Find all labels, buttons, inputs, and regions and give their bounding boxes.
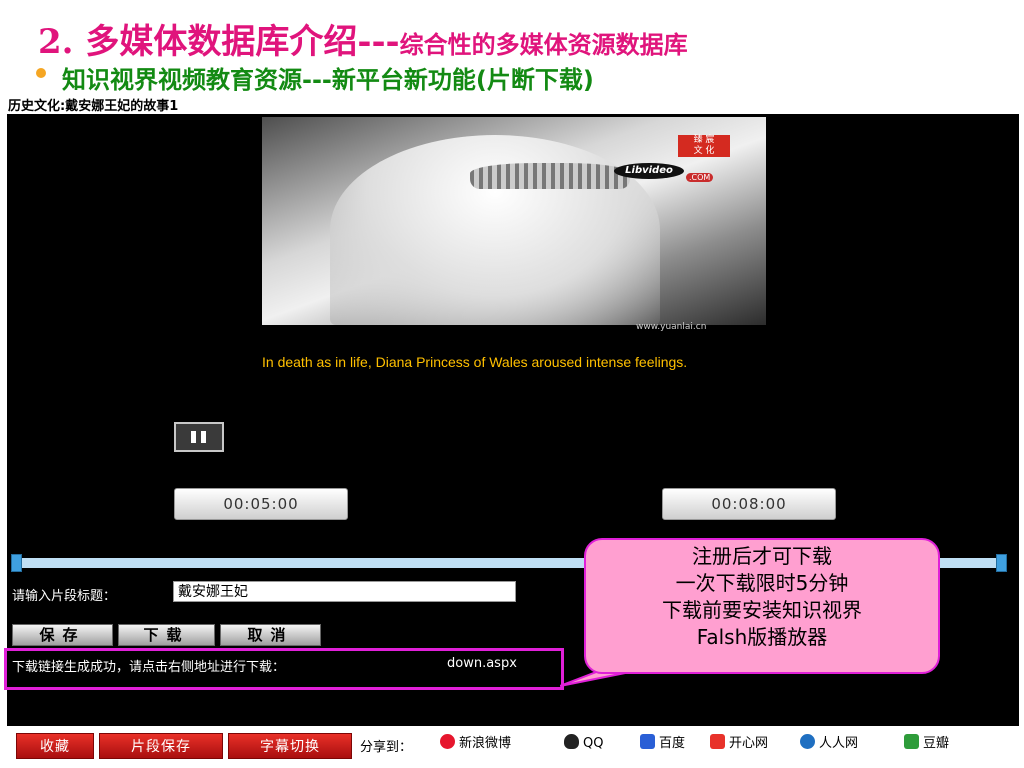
share-kaixin-label: 开心网	[729, 736, 769, 751]
libvideo-logo: Libvideo	[614, 163, 684, 179]
timeline-end-handle[interactable]	[996, 554, 1007, 572]
share-qq-label: QQ	[583, 736, 604, 751]
share-qq[interactable]: QQ	[564, 734, 603, 753]
favorite-button[interactable]: 收藏	[16, 733, 94, 759]
share-weibo-label: 新浪微博	[459, 736, 512, 751]
end-time-field[interactable]: 00:08:00	[662, 488, 836, 520]
page-heading: 历史文化:戴安娜王妃的故事1	[8, 99, 179, 114]
clip-title-input[interactable]: 戴安娜王妃	[173, 581, 516, 602]
video-tiara-image	[470, 163, 630, 189]
slide-title-sub: 综合性的多媒体资源数据库	[399, 30, 688, 59]
weibo-icon	[440, 734, 455, 749]
bullet-icon	[36, 68, 46, 78]
save-clip-button[interactable]: 片段保存	[99, 733, 223, 759]
subtitle-switch-button[interactable]: 字幕切换	[228, 733, 352, 759]
share-label: 分享到：	[360, 740, 413, 755]
baidu-icon	[640, 734, 655, 749]
share-weibo[interactable]: 新浪微博	[440, 734, 511, 753]
slide-subtitle: 知识视界视频教育资源---新平台新功能(片断下载)	[62, 66, 594, 94]
video-caption: In death as in life, Diana Princess of W…	[262, 354, 688, 370]
callout-note: 注册后才可下载 一次下载限时5分钟 下载前要安装知识视界 Falsh版播放器	[584, 538, 940, 674]
channel-badge-line: 臻 宸	[693, 135, 715, 145]
timeline-start-handle[interactable]	[11, 554, 22, 572]
callout-line-4: Falsh版播放器	[696, 625, 828, 649]
slide-title: 2. 多媒体数据库介绍---综合性的多媒体资源数据库	[38, 14, 688, 63]
share-baidu[interactable]: 百度	[640, 734, 685, 753]
kaixin-icon	[710, 734, 725, 749]
share-douban[interactable]: 豆瓣	[904, 734, 949, 753]
cancel-button[interactable]: 取消	[220, 624, 321, 646]
douban-icon	[904, 734, 919, 749]
clip-title-label: 请输入片段标题：	[12, 589, 117, 604]
slide-title-main: 2. 多媒体数据库介绍---	[38, 22, 400, 62]
save-button[interactable]: 保存	[12, 624, 113, 646]
callout-line-2: 一次下载限时5分钟	[675, 571, 849, 595]
callout-line-3: 下载前要安装知识视界	[662, 598, 862, 622]
highlight-box	[4, 648, 564, 690]
channel-badge-line: 文 化	[693, 146, 715, 156]
share-renren-label: 人人网	[819, 736, 859, 751]
share-kaixin[interactable]: 开心网	[710, 734, 768, 753]
renren-icon	[800, 734, 815, 749]
libvideo-logo-suffix: .COM	[686, 173, 714, 182]
video-watermark: www.yuanlai.cn	[636, 322, 707, 332]
download-button[interactable]: 下载	[118, 624, 215, 646]
video-veil-image	[330, 135, 660, 325]
share-douban-label: 豆瓣	[923, 736, 950, 751]
qq-icon	[564, 734, 579, 749]
start-time-field[interactable]: 00:05:00	[174, 488, 348, 520]
channel-badge: 臻 宸文 化	[678, 135, 730, 157]
share-baidu-label: 百度	[659, 736, 686, 751]
share-renren[interactable]: 人人网	[800, 734, 858, 753]
pause-button[interactable]	[174, 422, 224, 452]
callout-line-1: 注册后才可下载	[692, 544, 832, 568]
